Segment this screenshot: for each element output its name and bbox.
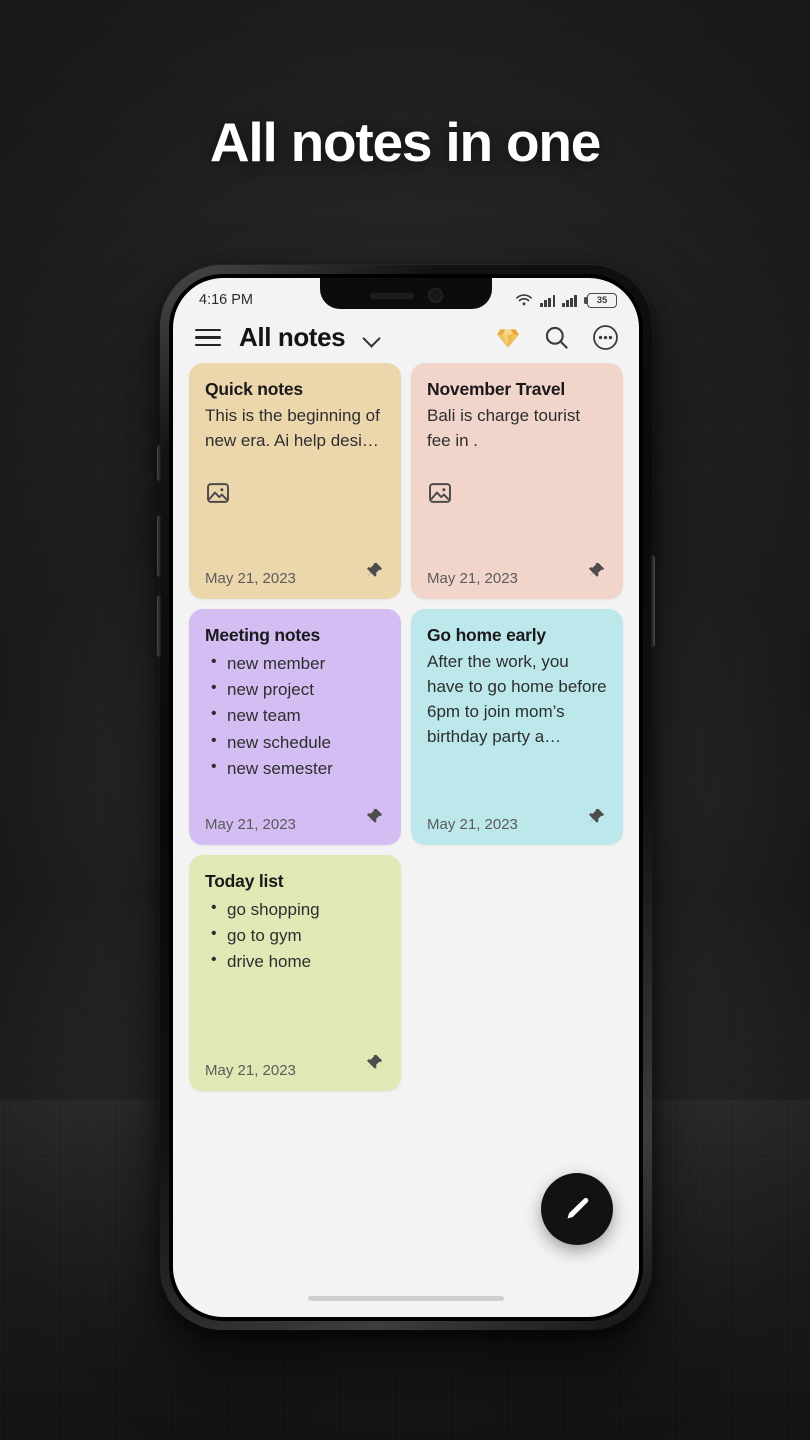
app-bar: All notes — [173, 316, 639, 363]
note-card[interactable]: Meeting notes new membernew projectnew te… — [189, 609, 401, 845]
volume-up-button — [157, 515, 161, 577]
phone-notch — [320, 278, 492, 309]
image-attachment-icon — [427, 480, 607, 511]
notes-grid: Quick notes This is the beginning of new … — [173, 363, 639, 1091]
note-footer: May 21, 2023 — [205, 796, 385, 833]
cellular-signal-icon — [540, 294, 556, 307]
note-list-item: new member — [205, 650, 385, 677]
page-title: All notes — [239, 322, 346, 352]
note-card[interactable]: November Travel Bali is charge tourist fe… — [411, 363, 623, 599]
chevron-down-icon[interactable] — [362, 329, 381, 348]
edit-pencil-icon — [567, 1198, 589, 1219]
status-bar-indicators: 35 — [515, 292, 617, 308]
power-button — [651, 555, 655, 647]
front-camera-icon — [427, 288, 443, 303]
note-title: Go home early — [427, 625, 546, 645]
app-bar-actions — [495, 324, 619, 351]
volume-down-button — [157, 595, 161, 657]
phone-mockup: 4:16 PM 35 All notes Quick notes This is… — [157, 265, 655, 1330]
note-list-item: go shopping — [205, 896, 385, 923]
diamond-icon[interactable] — [495, 325, 521, 351]
note-date: May 21, 2023 — [427, 570, 518, 587]
note-title: Today list — [205, 871, 284, 891]
note-card[interactable]: Quick notes This is the beginning of new … — [189, 363, 401, 599]
note-checklist: new membernew projectnew teamnew schedul… — [205, 650, 385, 782]
note-card[interactable]: Go home early After the work, you have to… — [411, 609, 623, 845]
phone-screen: 4:16 PM 35 All notes Quick notes This is… — [173, 278, 639, 1317]
note-title: Quick notes — [205, 379, 303, 399]
more-options-icon[interactable] — [592, 324, 619, 351]
image-attachment-icon — [205, 480, 385, 511]
note-date: May 21, 2023 — [205, 570, 296, 587]
note-footer: May 21, 2023 — [205, 550, 385, 587]
note-footer: May 21, 2023 — [427, 550, 607, 587]
search-icon[interactable] — [543, 324, 570, 351]
note-list-item: new semester — [205, 755, 385, 782]
note-title: Meeting notes — [205, 625, 321, 645]
pin-icon[interactable] — [363, 806, 385, 833]
pin-icon[interactable] — [363, 560, 385, 587]
hamburger-menu-icon[interactable] — [195, 328, 221, 347]
pin-icon[interactable] — [585, 560, 607, 587]
home-indicator — [308, 1295, 504, 1301]
note-date: May 21, 2023 — [205, 816, 296, 833]
note-list-item: go to gym — [205, 922, 385, 949]
phone-bezel: 4:16 PM 35 All notes Quick notes This is… — [169, 274, 643, 1321]
note-footer: May 21, 2023 — [205, 1042, 385, 1079]
note-list-item: drive home — [205, 948, 385, 975]
note-card[interactable]: Today list go shoppinggo to gymdrive home… — [189, 855, 401, 1091]
note-date: May 21, 2023 — [205, 1062, 296, 1079]
note-body: After the work, you have to go home befo… — [427, 652, 607, 746]
promo-headline: All notes in one — [209, 111, 601, 173]
mute-switch — [157, 445, 161, 481]
pin-icon[interactable] — [585, 806, 607, 833]
note-checklist: go shoppinggo to gymdrive home — [205, 896, 385, 976]
note-title: November Travel — [427, 379, 566, 399]
battery-icon: 35 — [583, 292, 617, 308]
cellular-signal-icon-2 — [562, 294, 577, 307]
note-body: Bali is charge tourist fee in . — [427, 406, 581, 450]
note-list-item: new project — [205, 676, 385, 703]
status-bar-time: 4:16 PM — [199, 292, 253, 308]
note-footer: May 21, 2023 — [427, 796, 607, 833]
note-list-item: new team — [205, 702, 385, 729]
battery-level-label: 35 — [596, 294, 608, 306]
create-note-fab[interactable] — [541, 1173, 613, 1245]
note-list-item: new schedule — [205, 729, 385, 756]
note-date: May 21, 2023 — [427, 816, 518, 833]
earpiece-speaker-icon — [369, 292, 414, 299]
wifi-icon — [515, 293, 533, 307]
note-body: This is the beginning of new era. Ai hel… — [205, 406, 380, 450]
pin-icon[interactable] — [363, 1052, 385, 1079]
